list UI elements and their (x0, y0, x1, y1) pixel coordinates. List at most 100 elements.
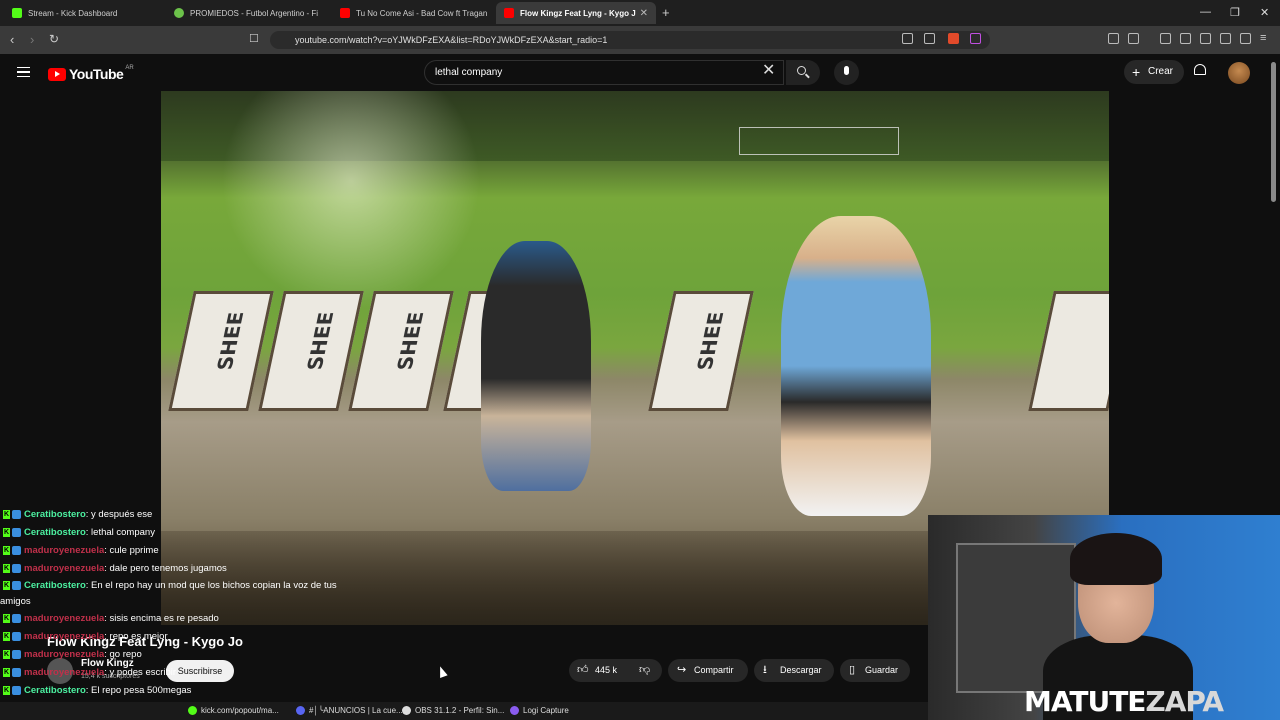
chat-badge-icon (12, 545, 21, 555)
chat-message: Kmaduroyenezuela: repo es mejor (0, 628, 360, 646)
vpn-icon[interactable] (1240, 33, 1251, 44)
chat-text: : go repo (104, 649, 142, 660)
youtube-logo[interactable]: YouTube AR (48, 65, 134, 82)
chat-username[interactable]: maduroyenezuela (24, 667, 104, 678)
bookmark-icon[interactable]: ☐ (249, 32, 259, 45)
video-chair: SHEE (648, 291, 754, 411)
chat-text: : cule pprime (104, 545, 159, 556)
chat-message: Kmaduroyenezuela: go repo (0, 646, 360, 664)
brave-shield-icon[interactable] (948, 33, 959, 44)
chat-username[interactable]: Ceratibostero (24, 527, 86, 538)
chat-username[interactable]: maduroyenezuela (24, 545, 104, 556)
url-text: youtube.com/watch?v=oYJWkDFzEXA&list=RDo… (295, 35, 608, 45)
leo-ai-icon[interactable] (1220, 33, 1231, 44)
taskbar-label: #│╰ANUNCIOS | La cue... (309, 706, 403, 715)
chat-message: K Ceratibostero: En el repo hay un mod qu… (0, 578, 350, 610)
browser-tab[interactable]: PROMIEDOS - Futbol Argentino - Fi (166, 2, 330, 24)
kick-icon (188, 706, 197, 716)
chat-badge-icon (12, 613, 21, 623)
download-icon: ⭳ (763, 664, 767, 676)
search-input[interactable]: lethal company (424, 60, 784, 85)
chair-text: SHEE (392, 311, 429, 371)
chat-username[interactable]: Ceratibostero (24, 685, 86, 696)
chat-message: K Ceratibostero: El repo pesa 500megas (0, 682, 360, 700)
music-icon[interactable] (1160, 33, 1171, 44)
close-tab-icon[interactable]: ✕ (640, 8, 648, 19)
chat-text: : lethal company (85, 527, 155, 538)
chat-username[interactable]: maduroyenezuela (24, 631, 104, 642)
logi-capture-icon (510, 706, 519, 716)
taskbar-item[interactable]: kick.com/popout/ma... (188, 702, 279, 720)
chat-username[interactable]: Ceratibostero (24, 580, 86, 591)
sidebar-icon[interactable] (1128, 33, 1139, 44)
stream-chat-overlay: K Ceratibostero: y después ese K Ceratibost… (0, 506, 360, 718)
panel-icon[interactable] (1180, 33, 1191, 44)
kick-badge-icon: K (3, 580, 10, 590)
download-label: Descargar (780, 665, 822, 675)
notifications-bell-icon[interactable] (1194, 64, 1206, 75)
mouse-cursor-icon (436, 664, 448, 679)
kick-badge-icon: K (3, 631, 10, 641)
video-chair (1028, 291, 1109, 411)
taskbar-item[interactable]: Logi Capture (510, 702, 569, 720)
create-button[interactable]: + Crear (1124, 60, 1184, 84)
chat-username[interactable]: maduroyenezuela (24, 613, 104, 624)
minimize-button[interactable]: — (1200, 6, 1211, 18)
save-label: Guardar (865, 665, 899, 675)
chat-username[interactable]: maduroyenezuela (24, 649, 104, 660)
reload-icon[interactable]: ↻ (49, 32, 59, 46)
thumbs-up-icon[interactable]: 👍︎ (577, 659, 589, 682)
kick-icon (12, 8, 22, 18)
logo-part1: MATUTE (1024, 685, 1146, 718)
tab-label: Stream - Kick Dashboard (28, 8, 118, 18)
rewards-icon[interactable] (970, 33, 981, 44)
chat-text: : y después ese (85, 509, 153, 520)
new-tab-button[interactable]: + (662, 5, 670, 20)
share-button[interactable]: ↪ Compartir (668, 659, 748, 682)
url-field[interactable]: youtube.com/watch?v=oYJWkDFzEXA&list=RDo… (270, 31, 990, 49)
taskbar-item[interactable]: OBS 31.1.2 - Perfil: Sin... (402, 702, 504, 720)
clear-search-icon[interactable]: ✕ (762, 63, 775, 79)
chat-message: Kmaduroyenezuela: sisis encima es re pes… (0, 610, 360, 628)
chat-badge-icon (12, 649, 21, 659)
chat-username[interactable]: maduroyenezuela (24, 563, 104, 574)
forward-icon[interactable]: › (30, 32, 34, 47)
save-button[interactable]: ▯ Guardar (840, 659, 910, 682)
account-avatar[interactable] (1228, 62, 1250, 84)
chat-username[interactable]: Ceratibostero (24, 509, 86, 520)
share-icon[interactable] (924, 33, 935, 44)
extensions-icon[interactable] (1108, 33, 1119, 44)
discord-icon (296, 706, 305, 716)
download-button[interactable]: ⭳ Descargar (754, 659, 834, 682)
back-icon[interactable]: ‹ (10, 32, 14, 47)
kick-badge-icon: K (3, 509, 10, 519)
browser-tab-bar: Stream - Kick Dashboard PROMIEDOS - Futb… (0, 0, 1280, 26)
hamburger-menu-icon[interactable] (17, 67, 30, 77)
chat-badge-icon (12, 631, 21, 641)
menu-icon[interactable]: ≡ (1260, 32, 1266, 44)
chat-message: K Ceratibostero: y después ese (0, 506, 360, 524)
wallet-icon[interactable] (1200, 33, 1211, 44)
voice-search-button[interactable] (834, 60, 859, 85)
browser-tab[interactable]: Stream - Kick Dashboard (4, 2, 164, 24)
youtube-icon (340, 8, 350, 18)
taskbar-item[interactable]: #│╰ANUNCIOS | La cue... (296, 702, 403, 720)
chat-text: : sisis encima es re pesado (104, 613, 219, 624)
kick-badge-icon: K (3, 667, 10, 677)
browser-tab-active[interactable]: Flow Kingz Feat Lyng - Kygo J ✕ (496, 2, 656, 24)
thumbs-down-icon[interactable]: 👎︎ (639, 659, 650, 682)
chat-badge-icon (12, 509, 21, 519)
youtube-wordmark: YouTube (69, 66, 124, 82)
browser-tab[interactable]: Tu No Come Asi - Bad Cow ft Tragan (332, 2, 492, 24)
chat-message: Kmaduroyenezuela: dale pero tenemos juga… (0, 560, 360, 578)
kick-badge-icon: K (3, 527, 10, 537)
video-sunlight (221, 91, 481, 311)
bookmark-save-icon: ▯ (849, 664, 856, 676)
window-close-button[interactable]: ✕ (1260, 6, 1269, 19)
page-scrollbar[interactable] (1271, 62, 1276, 202)
cast-icon[interactable] (902, 33, 913, 44)
maximize-button[interactable]: ❐ (1230, 6, 1240, 19)
like-count[interactable]: 445 k (595, 659, 617, 682)
search-button[interactable] (786, 60, 820, 85)
chat-badge-icon (12, 685, 21, 695)
